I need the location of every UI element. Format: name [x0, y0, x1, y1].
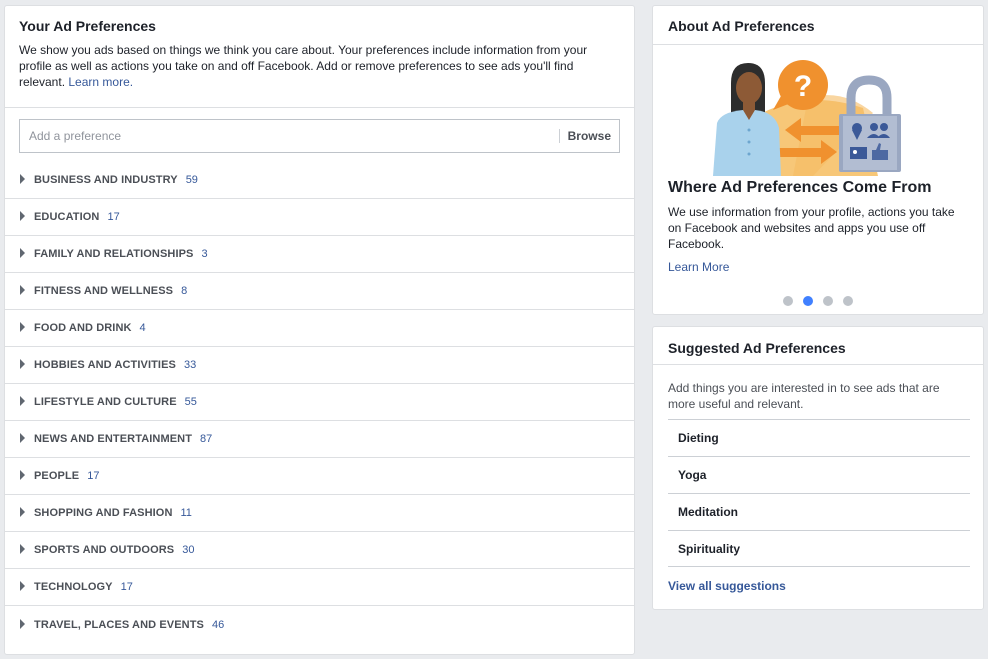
- suggestion-item[interactable]: Yoga: [668, 456, 970, 493]
- divider: [653, 364, 983, 365]
- divider: [653, 44, 983, 45]
- carousel-dot[interactable]: [783, 296, 793, 306]
- category-row[interactable]: PEOPLE 17: [5, 458, 634, 495]
- caret-right-icon: [20, 174, 25, 184]
- category-label: FAMILY AND RELATIONSHIPS: [34, 248, 194, 260]
- your-ad-preferences-description: We show you ads based on things we think…: [19, 42, 620, 90]
- browse-button[interactable]: Browse: [560, 120, 619, 152]
- person-icon: [713, 63, 781, 176]
- category-label: PEOPLE: [34, 470, 80, 482]
- category-row[interactable]: HOBBIES AND ACTIVITIES 33: [5, 347, 634, 384]
- caret-right-icon: [20, 248, 25, 258]
- suggested-ad-preferences-title: Suggested Ad Preferences: [668, 340, 846, 356]
- carousel-dot[interactable]: [843, 296, 853, 306]
- caret-right-icon: [20, 322, 25, 332]
- category-row[interactable]: LIFESTYLE AND CULTURE 55: [5, 384, 634, 421]
- category-row[interactable]: SHOPPING AND FASHION 11: [5, 495, 634, 532]
- category-label: BUSINESS AND INDUSTRY: [34, 174, 178, 186]
- slide-description: We use information from your profile, ac…: [668, 205, 955, 251]
- caret-right-icon: [20, 507, 25, 517]
- caret-right-icon: [20, 581, 25, 591]
- category-count: 11: [180, 507, 192, 519]
- category-count: 4: [139, 322, 146, 334]
- category-count: 59: [185, 174, 198, 186]
- category-row[interactable]: FOOD AND DRINK 4: [5, 310, 634, 347]
- category-count: 87: [200, 433, 213, 445]
- caret-right-icon: [20, 618, 25, 629]
- caret-right-icon: [20, 359, 25, 369]
- carousel-dots: [653, 296, 983, 306]
- category-label: TRAVEL, PLACES AND EVENTS: [34, 618, 204, 631]
- category-count: 33: [183, 359, 197, 371]
- category-row[interactable]: SPORTS AND OUTDOORS 30: [5, 532, 634, 569]
- add-preference-box: Browse: [19, 119, 620, 153]
- caret-right-icon: [20, 544, 25, 554]
- slide-title: Where Ad Preferences Come From: [668, 179, 932, 196]
- about-ad-preferences-title: About Ad Preferences: [668, 18, 815, 34]
- category-label: SHOPPING AND FASHION: [34, 507, 173, 519]
- learn-more-link[interactable]: Learn More: [668, 260, 729, 274]
- caret-right-icon: [20, 433, 25, 443]
- category-label: FITNESS AND WELLNESS: [34, 285, 174, 297]
- category-row[interactable]: FAMILY AND RELATIONSHIPS 3: [5, 236, 634, 273]
- your-ad-preferences-title: Your Ad Preferences: [19, 18, 156, 34]
- your-ad-preferences-card: Your Ad Preferences We show you ads base…: [4, 5, 635, 655]
- category-count: 17: [120, 581, 133, 593]
- suggested-ad-preferences-card: Suggested Ad Preferences Add things you …: [652, 326, 984, 610]
- add-preference-input[interactable]: [20, 120, 559, 152]
- category-row[interactable]: TECHNOLOGY 17: [5, 569, 634, 606]
- about-ad-preferences-card: About Ad Preferences ? Where Ad Preferen…: [652, 5, 984, 315]
- category-count: 17: [87, 470, 100, 482]
- divider: [5, 107, 634, 108]
- category-count: 55: [184, 396, 197, 408]
- category-label: TECHNOLOGY: [34, 581, 113, 593]
- caret-right-icon: [20, 396, 25, 406]
- category-label: FOOD AND DRINK: [34, 322, 132, 334]
- category-row[interactable]: TRAVEL, PLACES AND EVENTS 46: [5, 606, 634, 643]
- category-count: 8: [181, 285, 188, 297]
- carousel-dot[interactable]: [823, 296, 833, 306]
- category-label: HOBBIES AND ACTIVITIES: [34, 359, 176, 371]
- category-row[interactable]: EDUCATION 17: [5, 199, 634, 236]
- category-count: 17: [107, 211, 120, 223]
- suggested-description: Add things you are interested in to see …: [668, 381, 940, 411]
- caret-right-icon: [20, 211, 25, 221]
- category-label: EDUCATION: [34, 211, 100, 223]
- category-count: 30: [182, 544, 195, 556]
- caret-right-icon: [20, 285, 25, 295]
- category-count: 3: [201, 248, 208, 260]
- suggestion-item[interactable]: Dieting: [668, 419, 970, 456]
- carousel-dot[interactable]: [803, 296, 813, 306]
- category-count: 46: [211, 618, 225, 631]
- learn-more-link[interactable]: Learn more.: [68, 75, 133, 89]
- svg-text:?: ?: [794, 70, 812, 103]
- ad-preferences-illustration: ?: [713, 60, 901, 176]
- category-row[interactable]: NEWS AND ENTERTAINMENT 87: [5, 421, 634, 458]
- category-list: BUSINESS AND INDUSTRY 59 EDUCATION 17 FAMILY…: [5, 162, 634, 643]
- category-label: NEWS AND ENTERTAINMENT: [34, 433, 193, 445]
- suggestion-list: Dieting Yoga Meditation Spirituality: [668, 419, 970, 567]
- caret-right-icon: [20, 470, 25, 480]
- category-label: LIFESTYLE AND CULTURE: [34, 396, 177, 408]
- category-label: SPORTS AND OUTDOORS: [34, 544, 175, 556]
- view-all-suggestions-link[interactable]: View all suggestions: [668, 579, 786, 593]
- category-row[interactable]: FITNESS AND WELLNESS 8: [5, 273, 634, 310]
- suggestion-item[interactable]: Spirituality: [668, 530, 970, 567]
- lock-icon: [839, 75, 901, 172]
- suggestion-item[interactable]: Meditation: [668, 493, 970, 530]
- question-bubble-icon: ?: [773, 60, 828, 110]
- category-row[interactable]: BUSINESS AND INDUSTRY 59: [5, 162, 634, 199]
